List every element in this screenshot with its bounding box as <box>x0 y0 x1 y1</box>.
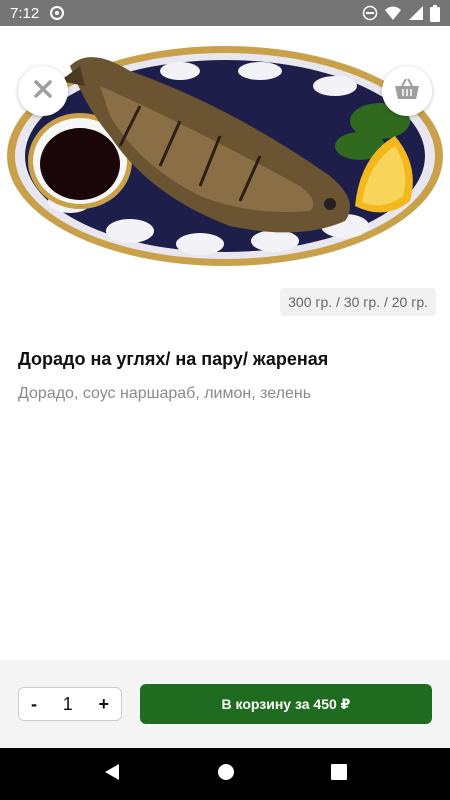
add-to-cart-button[interactable]: В корзину за 450 ₽ <box>140 684 432 724</box>
dish-description: Дорадо, соус наршараб, лимон, зелень <box>18 385 312 402</box>
wifi-icon <box>384 5 402 21</box>
status-bar: 7:12 <box>0 0 450 26</box>
grilled-fish-plate-image <box>7 46 443 266</box>
increase-button[interactable]: + <box>98 694 109 715</box>
home-icon[interactable] <box>217 763 235 786</box>
quantity-value: 1 <box>62 693 73 714</box>
back-icon[interactable] <box>103 763 121 786</box>
close-icon <box>33 79 53 104</box>
dish-photo <box>0 26 450 296</box>
close-button[interactable] <box>18 66 68 116</box>
dish-title: Дорадо на углях/ на пару/ жареная <box>18 349 329 369</box>
system-nav-bar <box>0 748 450 800</box>
status-time: 7:12 <box>10 4 40 22</box>
recents-icon[interactable] <box>331 763 347 785</box>
quantity-stepper: - 1 + <box>18 687 122 721</box>
decrease-button[interactable]: - <box>31 694 37 715</box>
weight-badge: 300 гр. / 30 гр. / 20 гр. <box>280 288 436 316</box>
cart-button[interactable] <box>382 66 432 116</box>
signal-icon <box>408 5 424 21</box>
do-not-disturb-icon <box>362 5 378 21</box>
basket-icon <box>394 78 420 105</box>
order-panel: - 1 + В корзину за 450 ₽ <box>0 660 450 748</box>
sync-icon <box>49 5 65 21</box>
battery-icon <box>430 4 440 22</box>
